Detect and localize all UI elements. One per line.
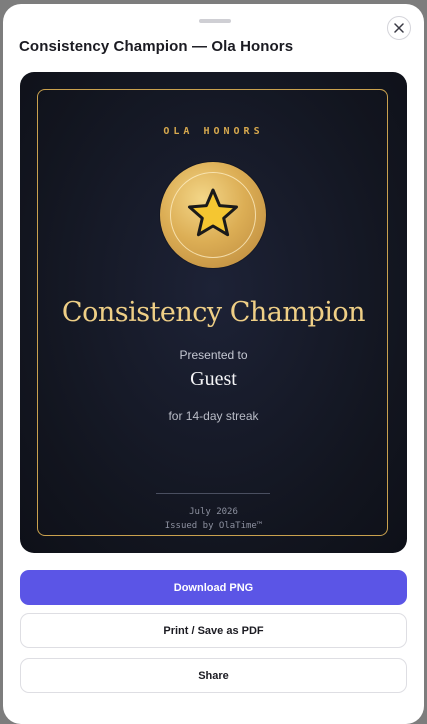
close-icon [394, 23, 404, 33]
recipient-name: Guest [190, 368, 237, 390]
sheet-title: Consistency Champion — Ola Honors [19, 38, 294, 55]
drag-handle[interactable] [199, 19, 231, 23]
download-png-button[interactable]: Download PNG [20, 570, 407, 605]
certificate-eyebrow: OLA HONORS [163, 126, 264, 137]
certificate-card: OLA HONORS Consistency Champion Presente… [20, 72, 407, 553]
signature-divider [156, 493, 270, 494]
star-icon [188, 188, 238, 237]
close-button[interactable] [387, 16, 411, 40]
medal-badge [160, 162, 266, 268]
award-title: Consistency Champion [61, 297, 366, 328]
bottom-sheet: Consistency Champion — Ola Honors OLA HO… [3, 4, 424, 724]
print-save-pdf-button[interactable]: Print / Save as PDF [20, 613, 407, 648]
award-reason: for 14-day streak [168, 409, 259, 423]
presented-label: Presented to [179, 348, 248, 362]
certificate-issuer: Issued by OlaTime™ [164, 521, 263, 531]
share-button[interactable]: Share [20, 658, 407, 693]
certificate-date: July 2026 [189, 507, 238, 517]
